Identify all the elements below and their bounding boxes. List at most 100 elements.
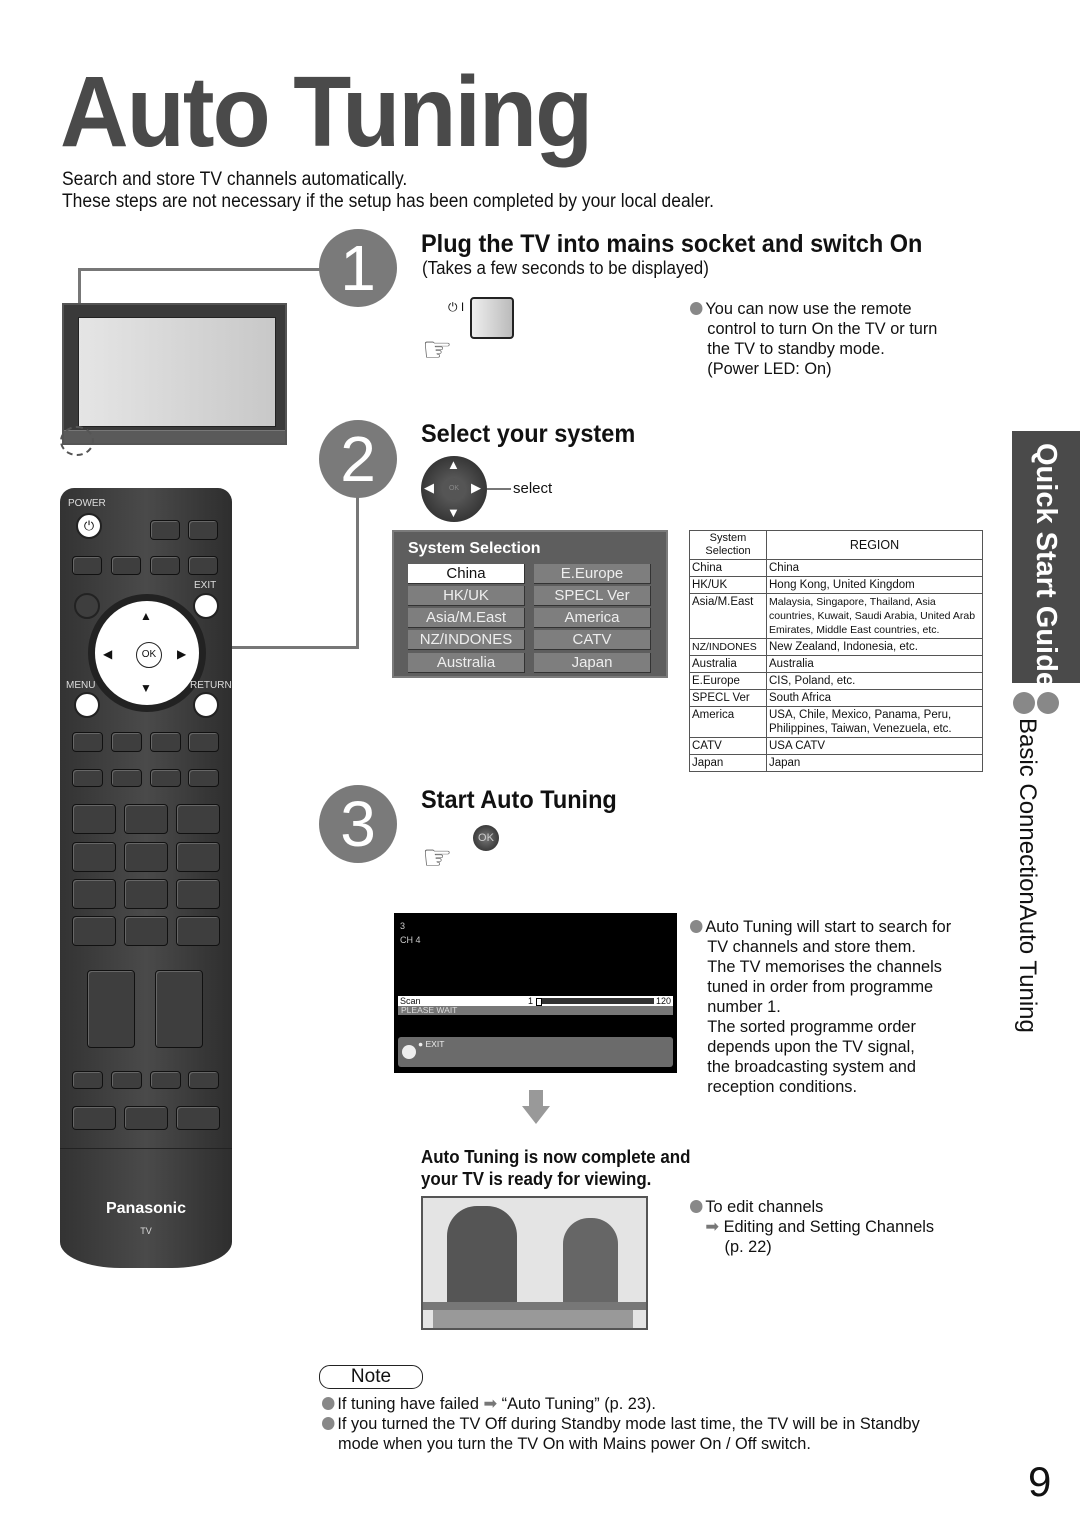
number-button[interactable] xyxy=(176,879,220,909)
number-button[interactable] xyxy=(124,804,168,834)
side-item-auto-tuning[interactable]: Auto Tuning xyxy=(1014,905,1041,1033)
step-1-badge: 1 xyxy=(319,229,397,307)
bullet-dot-icon xyxy=(690,920,703,933)
ok-button[interactable]: OK xyxy=(136,642,162,668)
remote-button[interactable] xyxy=(111,1071,142,1089)
page-title: Auto Tuning xyxy=(60,56,593,168)
tv-screen xyxy=(78,317,276,427)
step-3-note: Auto Tuning will start to search for TV … xyxy=(690,917,951,1097)
exit-hint[interactable]: ● EXIT xyxy=(418,1039,444,1049)
table-row: Japan Japan xyxy=(689,754,983,772)
tv-viewing-illustration xyxy=(421,1196,648,1330)
ok-center: OK xyxy=(443,478,465,500)
note-item-2: If you turned the TV Off during Standby … xyxy=(322,1414,920,1434)
table-row: Australia Australia xyxy=(689,655,983,673)
number-button[interactable] xyxy=(72,842,116,872)
remote-button[interactable] xyxy=(111,769,142,787)
pointing-hand-icon: ☞ xyxy=(422,839,453,877)
remote-control: POWER ⏻ EXIT ▲ ▼ ◀ ▶ OK MENU RETURN Pana… xyxy=(60,488,232,1268)
remote-button[interactable] xyxy=(72,732,103,752)
remote-button[interactable] xyxy=(188,520,218,540)
option-asia-m-east[interactable]: Asia/M.East xyxy=(408,608,525,628)
left-arrow-icon[interactable]: ◀ xyxy=(103,647,112,661)
remote-button[interactable] xyxy=(72,1106,116,1130)
remote-button[interactable] xyxy=(150,732,181,752)
remote-button[interactable] xyxy=(150,520,180,540)
power-button[interactable]: ⏻ xyxy=(76,513,102,539)
mains-power-switch[interactable] xyxy=(470,297,514,339)
ref-page: (p. 22) xyxy=(724,1237,772,1256)
remote-button[interactable] xyxy=(150,769,181,787)
power-switch-symbol: ⏻ I xyxy=(448,300,465,314)
number-button[interactable] xyxy=(72,879,116,909)
option-australia[interactable]: Australia xyxy=(408,653,525,673)
side-tab-subsections: Basic ConnectionAuto Tuning xyxy=(1014,718,1041,1033)
dpad[interactable]: ▲ ▼ ◀ ▶ OK xyxy=(88,594,206,712)
option-specl-ver[interactable]: SPECL Ver xyxy=(534,586,651,606)
ref-link-auto-tuning[interactable]: “Auto Tuning” (p. 23). xyxy=(502,1394,656,1413)
return-button[interactable] xyxy=(193,692,219,718)
number-button[interactable] xyxy=(72,916,116,946)
programme-number: 3 xyxy=(400,921,406,931)
option-china[interactable]: China xyxy=(408,564,525,584)
volume-rocker[interactable] xyxy=(87,970,135,1048)
remote-button[interactable] xyxy=(188,769,219,787)
exit-button[interactable] xyxy=(193,593,219,619)
remote-button[interactable] xyxy=(188,732,219,752)
up-arrow-icon[interactable]: ▲ xyxy=(140,609,152,623)
remote-round-button[interactable] xyxy=(74,593,100,619)
ref-link-editing-channels[interactable]: Editing and Setting Channels xyxy=(724,1217,934,1236)
pointing-hand-icon: ☞ xyxy=(422,331,453,369)
number-button[interactable] xyxy=(124,879,168,909)
down-arrow-head xyxy=(522,1106,550,1124)
table-row: China China xyxy=(689,559,983,577)
number-button[interactable] xyxy=(124,916,168,946)
number-button[interactable] xyxy=(72,804,116,834)
auto-tuning-screen: 3 CH 4 Scan 1 120 PLEASE WAIT ● EXIT xyxy=(394,913,677,1073)
step-1-note: You can now use the remote control to tu… xyxy=(690,299,937,379)
scan-start: 1 xyxy=(528,996,534,1006)
select-label: select xyxy=(513,480,553,497)
channel-rocker[interactable] xyxy=(155,970,203,1048)
remote-button[interactable] xyxy=(111,732,142,752)
tv-power-switch-highlight xyxy=(60,426,94,456)
woman-figure xyxy=(563,1218,618,1306)
power-label: POWER xyxy=(68,498,106,509)
remote-button[interactable] xyxy=(150,1071,181,1089)
side-item-basic-connection[interactable]: Basic Connection xyxy=(1014,718,1041,905)
down-arrow-icon[interactable]: ▼ xyxy=(140,681,152,695)
number-button[interactable] xyxy=(176,916,220,946)
table-row: HK/UK Hong Kong, United Kingdom xyxy=(689,576,983,594)
note-item-2-cont: mode when you turn the TV On with Mains … xyxy=(338,1434,811,1453)
remote-button[interactable] xyxy=(124,1106,168,1130)
option-nz-indones[interactable]: NZ/INDONES xyxy=(408,630,525,650)
number-button[interactable] xyxy=(124,842,168,872)
remote-button[interactable] xyxy=(188,1071,219,1089)
remote-button[interactable] xyxy=(176,1106,220,1130)
arrow-right-icon: ➡ xyxy=(483,1394,498,1413)
step-1-heading: Plug the TV into mains socket and switch… xyxy=(421,230,923,258)
system-selection-title: System Selection xyxy=(408,540,541,557)
option-hk-uk[interactable]: HK/UK xyxy=(408,586,525,606)
label-line xyxy=(487,488,511,490)
bullet-dot-icon xyxy=(1037,692,1059,714)
remote-button[interactable] xyxy=(72,1071,103,1089)
remote-button[interactable] xyxy=(150,556,180,575)
number-button[interactable] xyxy=(176,842,220,872)
remote-button[interactable] xyxy=(72,769,103,787)
remote-button[interactable] xyxy=(111,556,141,575)
option-catv[interactable]: CATV xyxy=(534,630,651,650)
menu-button[interactable] xyxy=(74,692,100,718)
option-e-europe[interactable]: E.Europe xyxy=(534,564,651,584)
option-america[interactable]: America xyxy=(534,608,651,628)
option-japan[interactable]: Japan xyxy=(534,653,651,673)
right-arrow-icon[interactable]: ▶ xyxy=(177,647,186,661)
number-button[interactable] xyxy=(176,804,220,834)
remote-button[interactable] xyxy=(72,556,102,575)
scan-progress-fill xyxy=(536,998,542,1006)
brand-sub: TV xyxy=(140,1226,152,1236)
table-row: E.Europe CIS, Poland, etc. xyxy=(689,672,983,690)
table-row: Asia/M.East Malaysia, Singapore, Thailand… xyxy=(689,593,983,639)
remote-button[interactable] xyxy=(188,556,218,575)
column-header-system: System Selection xyxy=(689,530,767,560)
